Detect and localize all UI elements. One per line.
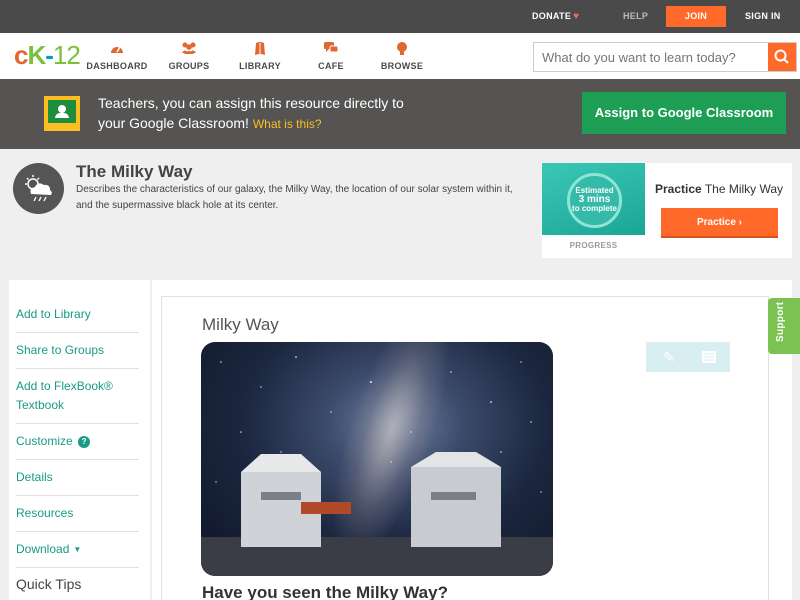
assign-to-google-classroom-button[interactable]: Assign to Google Classroom (582, 92, 786, 134)
concept-description: Describes the characteristics of our gal… (76, 184, 513, 211)
content-tools: ✎ (646, 342, 730, 372)
banner-text: Teachers, you can assign this resource d… (98, 95, 404, 131)
ck12-logo[interactable]: cK-12 (14, 42, 81, 68)
sidebar-item-add-to-flexbook[interactable]: Add to FlexBook® Textbook (16, 368, 139, 424)
search-box (533, 42, 797, 72)
weather-cloud-icon (13, 163, 64, 214)
sidebar-item-download[interactable]: Download ▼ (16, 531, 139, 568)
groups-icon (154, 41, 224, 57)
practice-button[interactable]: Practice › (661, 208, 778, 238)
nav-dashboard[interactable]: DASHBOARD (82, 41, 152, 71)
milky-way-telescope-image (201, 342, 553, 576)
quick-tips-heading[interactable]: Quick Tips (16, 576, 81, 592)
progress-label: PROGRESS (569, 241, 618, 250)
google-classroom-icon (44, 96, 80, 131)
sidebar-item-details[interactable]: Details (16, 459, 139, 496)
sidebar: Add to Library Share to Groups Add to Fl… (9, 280, 150, 600)
cafe-chat-icon (296, 41, 366, 57)
caret-down-icon: ▼ (73, 545, 82, 554)
nav-cafe[interactable]: CAFE (296, 41, 366, 71)
notes-icon[interactable] (700, 348, 718, 366)
content-title: Milky Way (202, 315, 279, 334)
what-is-this-link[interactable]: What is this? (253, 117, 322, 131)
main-navigation: cK-12 DASHBOARD GROUPS LIBRARY CAFE BROW… (0, 33, 800, 79)
search-input[interactable] (534, 43, 769, 71)
help-link[interactable]: HELP (623, 0, 648, 33)
progress-graphic: Estimated 3 mins to complete (542, 163, 645, 235)
progress-circle: Estimated 3 mins to complete (567, 173, 622, 228)
practice-panel: Estimated 3 mins to complete PROGRESS Pr… (542, 163, 792, 258)
sidebar-item-resources[interactable]: Resources (16, 495, 139, 532)
sidebar-item-customize[interactable]: Customize ? (16, 423, 139, 460)
nav-browse[interactable]: BROWSE (367, 41, 437, 71)
dashboard-gauge-icon (82, 41, 152, 57)
donate-link[interactable]: DONATE ♥ (532, 0, 579, 33)
sidebar-item-add-to-library[interactable]: Add to Library (16, 296, 139, 333)
pencil-icon[interactable]: ✎ (660, 348, 678, 366)
practice-title: Practice The Milky Way (655, 182, 784, 196)
top-utility-bar: DONATE ♥ HELP JOIN SIGN IN (0, 0, 800, 33)
content-heading: Have you seen the Milky Way? (202, 583, 448, 600)
nav-library[interactable]: LIBRARY (225, 41, 295, 71)
browse-bulb-icon (367, 41, 437, 57)
concept-title: The Milky Way (76, 162, 193, 181)
join-button[interactable]: JOIN (666, 6, 726, 27)
library-book-icon (225, 41, 295, 57)
help-question-icon[interactable]: ? (78, 436, 91, 448)
support-tab[interactable]: Support (768, 298, 800, 354)
heart-icon: ♥ (573, 11, 580, 22)
nav-groups[interactable]: GROUPS (154, 41, 224, 71)
search-button[interactable] (768, 43, 796, 71)
sign-in-link[interactable]: SIGN IN (745, 0, 781, 33)
chevron-right-icon: › (738, 217, 743, 228)
search-icon (774, 49, 789, 64)
google-classroom-banner: Teachers, you can assign this resource d… (0, 79, 800, 149)
sidebar-item-share-to-groups[interactable]: Share to Groups (16, 332, 139, 369)
